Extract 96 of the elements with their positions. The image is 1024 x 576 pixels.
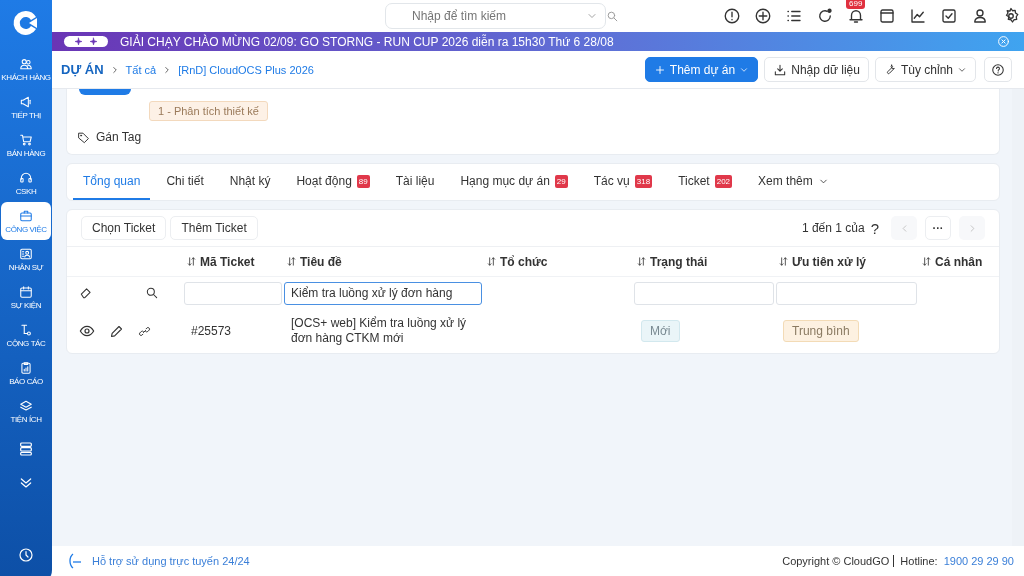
priority-tag: Trung bình xyxy=(783,320,859,342)
search-icon[interactable] xyxy=(145,286,159,300)
column-header[interactable]: Mã Ticket xyxy=(183,254,283,269)
sort-icon xyxy=(186,256,197,267)
table-cell-text: #25573 xyxy=(190,323,233,339)
tab[interactable]: Tài liệu xyxy=(385,164,445,200)
pagination-total: ? xyxy=(870,219,879,237)
toolbar-button[interactable]: Chọn Ticket xyxy=(81,216,167,240)
status-tag: Mới xyxy=(641,320,680,342)
help-icon xyxy=(991,62,1005,77)
stage-tag: 1 - Phân tích thiết kế xyxy=(149,101,268,121)
cart-icon xyxy=(19,132,33,147)
id-card-icon xyxy=(19,246,33,261)
count-badge: 89 xyxy=(356,174,370,188)
sidebar-item[interactable]: CSKH xyxy=(1,164,51,202)
checkbox-icon[interactable] xyxy=(940,7,958,25)
page-title: DỰ ÁN xyxy=(61,62,104,77)
search-icon xyxy=(606,10,619,23)
column-header[interactable]: Tổ chức xyxy=(483,254,633,269)
sidebar-item[interactable]: TIỆN ÍCH xyxy=(1,392,51,430)
sidebar-item[interactable]: CỘNG TÁC xyxy=(1,316,51,354)
action-button[interactable]: Thêm dự án xyxy=(644,57,759,82)
close-icon[interactable] xyxy=(997,35,1010,48)
sort-icon xyxy=(286,256,297,267)
column-header[interactable]: Cá nhân xyxy=(918,254,999,269)
tab[interactable]: Tổng quan xyxy=(73,164,151,200)
sparkle-pill[interactable] xyxy=(64,36,108,47)
count-badge: 29 xyxy=(554,174,568,188)
copyright-text: Copyright © CloudGO xyxy=(782,555,895,567)
tab[interactable]: Nhật ký xyxy=(219,164,281,200)
help-button[interactable] xyxy=(984,57,1012,82)
column-header[interactable]: Tiêu đề xyxy=(283,254,483,269)
sort-icon xyxy=(636,256,647,267)
headset-icon xyxy=(19,170,33,185)
sidebar-item[interactable]: SỰ KIỆN xyxy=(1,278,51,316)
assign-tag-link[interactable]: Gán Tag xyxy=(77,130,142,144)
alert-icon[interactable] xyxy=(723,7,741,25)
eye-icon[interactable] xyxy=(79,323,95,339)
tag-icon xyxy=(77,130,90,144)
hotline-link[interactable]: 1900 29 29 90 xyxy=(943,555,1014,567)
link-icon[interactable] xyxy=(138,324,151,338)
count-badge: 318 xyxy=(634,174,653,188)
server-icon[interactable] xyxy=(18,441,34,457)
tab[interactable]: Chi tiết xyxy=(156,164,214,200)
chart-icon[interactable] xyxy=(909,7,927,25)
download-icon xyxy=(773,62,788,77)
more-pages-button[interactable]: ··· xyxy=(925,216,951,240)
window-icon[interactable] xyxy=(878,7,896,25)
pencil-icon[interactable] xyxy=(109,323,124,339)
avatar xyxy=(79,89,131,95)
filter-field[interactable] xyxy=(634,281,774,305)
sidebar-item[interactable]: CÔNG VIỆC xyxy=(1,202,51,240)
plus-icon xyxy=(653,63,666,76)
action-button[interactable]: Nhập dữ liệu xyxy=(764,57,869,82)
filter-field[interactable] xyxy=(184,281,282,305)
count-badge: 202 xyxy=(714,174,733,188)
notification-badge: 699 xyxy=(846,0,866,9)
sidebar-item[interactable]: NHÂN SỰ xyxy=(1,240,51,278)
tab[interactable]: Hạng mục dự án 29 xyxy=(450,164,578,200)
sidebar-item[interactable]: TIẾP THỊ xyxy=(1,88,51,126)
filter-field[interactable]: Kiểm tra luồng xử lý đơn hàng xyxy=(284,281,482,305)
table-cell-text: [OCS+ web] Kiểm tra luồng xử lý đơn hàng CTKM mới xyxy=(290,316,468,346)
sidebar-item[interactable]: KHÁCH HÀNG xyxy=(1,50,51,88)
filter-field[interactable] xyxy=(776,281,917,305)
tab[interactable]: Hoạt động 89 xyxy=(286,164,380,200)
layers-icon xyxy=(19,398,33,413)
flow-icon xyxy=(19,322,33,337)
sort-icon xyxy=(486,256,497,267)
more-tab[interactable]: Xem thêm xyxy=(748,164,839,200)
report-icon xyxy=(19,360,33,375)
add-icon[interactable] xyxy=(754,7,772,25)
users-icon xyxy=(19,56,33,71)
pagination-range: 1 đến 1 của xyxy=(801,221,865,235)
tab[interactable]: Ticket 202 xyxy=(668,164,743,200)
sort-icon xyxy=(778,256,789,267)
search-field[interactable]: Nhập để tìm kiếm xyxy=(385,3,606,29)
breadcrumb-link[interactable]: [RnD] CloudOCS Plus 2026 xyxy=(178,63,314,76)
bell-icon[interactable] xyxy=(847,7,865,25)
eraser-icon[interactable] xyxy=(79,286,93,300)
user-icon[interactable] xyxy=(971,7,989,25)
breadcrumb-link[interactable]: Tất cả xyxy=(125,63,157,76)
sort-icon xyxy=(921,256,932,267)
sidebar-item[interactable]: BÁN HÀNG xyxy=(1,126,51,164)
clock-icon[interactable] xyxy=(18,547,34,563)
tab[interactable]: Tác vụ 318 xyxy=(583,164,663,200)
toolbar-button[interactable]: Thêm Ticket xyxy=(170,216,258,240)
calendar-icon xyxy=(19,284,33,299)
briefcase-icon xyxy=(19,208,33,223)
support-link[interactable]: Hỗ trợ sử dụng trực tuyến 24/24 xyxy=(92,555,250,567)
action-button[interactable]: Tùy chỉnh xyxy=(874,57,976,82)
sidebar-item[interactable]: BÁO CÁO xyxy=(1,354,51,392)
hotline-label: Hotline: xyxy=(900,555,938,567)
megaphone-icon xyxy=(19,94,33,109)
column-header[interactable]: Ưu tiên xử lý xyxy=(775,254,918,269)
refresh-icon[interactable] xyxy=(816,7,834,25)
column-header[interactable]: Trạng thái xyxy=(633,254,775,269)
